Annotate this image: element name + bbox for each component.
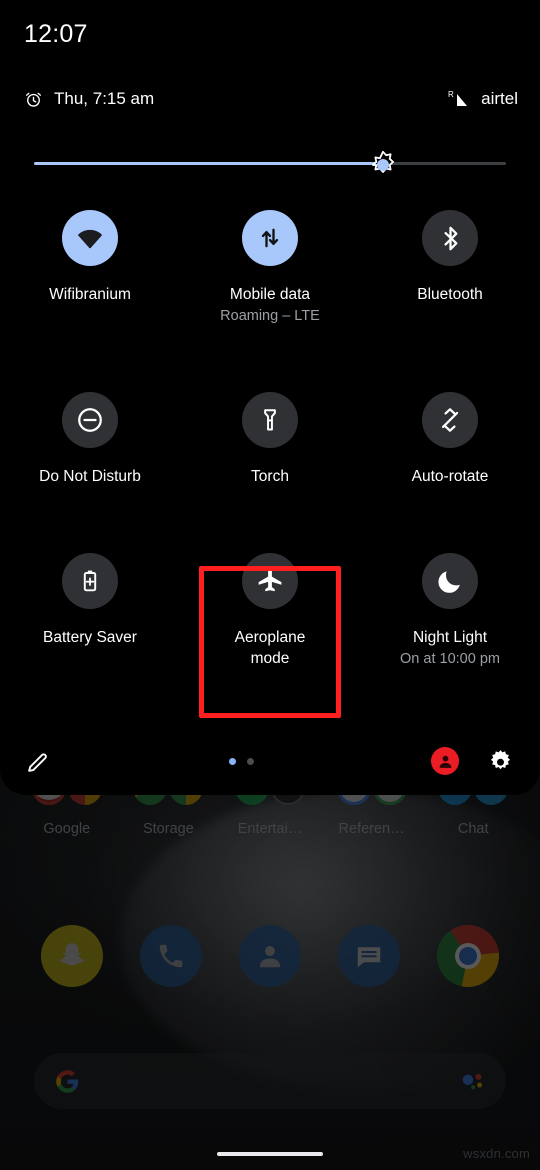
tile-icon-background [242, 392, 298, 448]
status-bar-clock: 12:07 [24, 20, 88, 48]
brightness-fill [34, 162, 384, 165]
tile-aeroplane-mode[interactable]: Aeroplane mode [180, 553, 360, 669]
page-indicator-dots[interactable] [228, 757, 254, 765]
tile-label: Aeroplane mode [234, 629, 306, 667]
tile-bluetooth[interactable]: Bluetooth [360, 210, 540, 326]
quick-settings-footer [0, 738, 540, 784]
tile-icon-background [62, 392, 118, 448]
tile-label: Mobile data [229, 286, 311, 303]
moon-crescent-icon [438, 571, 460, 593]
gesture-nav-bar[interactable] [217, 1152, 323, 1156]
watermark: wsxdn.com [463, 1146, 530, 1161]
tile-icon-background [242, 553, 298, 609]
tile-row-1: Wifibranium Mobile data Roaming – LTE Bl… [0, 210, 540, 326]
footer-right-group [431, 747, 514, 775]
wifi-icon [78, 229, 102, 249]
quick-settings-status-row: Thu, 7:15 am R airtel [24, 85, 518, 113]
tile-label: Battery Saver [43, 629, 137, 646]
tile-auto-rotate[interactable]: Auto-rotate [360, 392, 540, 487]
alarm-clock-icon [24, 90, 43, 109]
tile-mobile-data[interactable]: Mobile data Roaming – LTE [180, 210, 360, 326]
tile-battery-saver[interactable]: Battery Saver [0, 553, 180, 669]
svg-text:R: R [448, 90, 454, 99]
tile-icon-background [422, 210, 478, 266]
tile-label: Auto-rotate [411, 468, 489, 485]
tile-torch[interactable]: Torch [180, 392, 360, 487]
tile-label: Wifibranium [49, 286, 131, 303]
tile-label: Night Light [412, 629, 488, 646]
tile-night-light[interactable]: Night Light On at 10:00 pm [360, 553, 540, 669]
flashlight-icon [264, 409, 276, 431]
tile-icon-background [422, 392, 478, 448]
tile-icon-background [62, 210, 118, 266]
battery-saver-icon [83, 570, 97, 592]
page-dot-1[interactable] [228, 757, 236, 765]
tile-row-3: Battery Saver Aeroplane mode Night Light… [0, 553, 540, 669]
tile-icon-background [62, 553, 118, 609]
gear-settings-icon[interactable] [487, 748, 514, 775]
user-avatar-icon[interactable] [431, 747, 459, 775]
page-dot-2[interactable] [246, 757, 254, 765]
tile-sublabel: On at 10:00 pm [400, 651, 500, 667]
pencil-edit-icon[interactable] [26, 749, 51, 774]
tile-label: Bluetooth [417, 286, 483, 303]
tile-label: Torch [251, 468, 289, 485]
alarm-time-text: Thu, 7:15 am [54, 89, 155, 108]
tile-icon-background [242, 210, 298, 266]
quick-settings-panel: 12:07 Thu, 7:15 am R airtel Wifibranium … [0, 0, 540, 795]
tile-do-not-disturb[interactable]: Do Not Disturb [0, 392, 180, 487]
mobile-data-arrows-icon [261, 228, 279, 248]
status-left-group: Thu, 7:15 am [24, 89, 154, 109]
tile-label: Do Not Disturb [39, 468, 141, 485]
airplane-icon [258, 568, 282, 592]
tile-icon-background [422, 553, 478, 609]
bluetooth-icon [443, 226, 457, 250]
tile-wifi[interactable]: Wifibranium [0, 210, 180, 326]
signal-bars-icon: R [447, 89, 473, 109]
tile-row-2: Do Not Disturb Torch Auto-rotate [0, 392, 540, 487]
do-not-disturb-icon [78, 408, 102, 432]
carrier-name: airtel [481, 89, 518, 108]
brightness-slider[interactable] [34, 150, 506, 180]
status-right-group: R airtel [447, 89, 518, 109]
brightness-sun-icon[interactable] [366, 148, 400, 182]
tile-sublabel: Roaming – LTE [220, 308, 320, 324]
quick-settings-tile-grid: Wifibranium Mobile data Roaming – LTE Bl… [0, 210, 540, 669]
auto-rotate-icon [441, 408, 459, 432]
